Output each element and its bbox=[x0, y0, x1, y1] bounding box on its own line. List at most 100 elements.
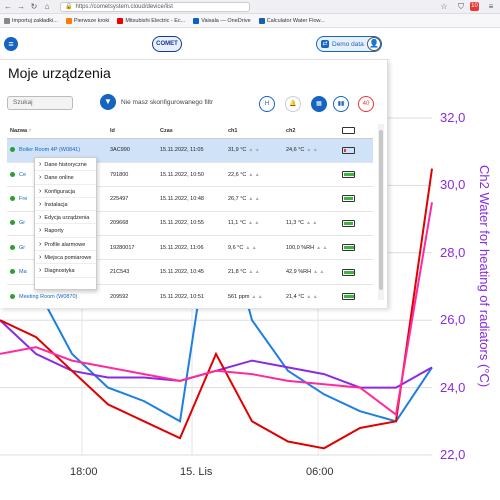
id-cell-text: 209668 bbox=[110, 220, 129, 227]
alarm-indicator-icon: ▲ ▲ bbox=[316, 244, 328, 251]
id-cell: 225497 bbox=[107, 186, 157, 212]
battery-icon bbox=[342, 219, 355, 227]
ch2-cell-text: 21,4 °C bbox=[286, 293, 305, 300]
status-dot-icon bbox=[10, 196, 15, 202]
bookmark-item[interactable]: Calculator Water Flow... bbox=[258, 17, 325, 24]
context-menu-item[interactable]: Raporty bbox=[35, 224, 96, 238]
col-header-battery bbox=[339, 124, 373, 139]
ch1-cell-text: 11,1 °C bbox=[228, 220, 246, 227]
id-cell: 791800 bbox=[107, 162, 157, 188]
ch2-cell: 42,9 %RH ▲ ▲ bbox=[283, 259, 339, 285]
col-header-ch2[interactable]: ch2 bbox=[283, 124, 339, 139]
context-menu-item[interactable]: Instalacja bbox=[35, 198, 96, 212]
chart-y-tick-label: 30,0 bbox=[440, 177, 466, 193]
chart-y-tick-label: 28,0 bbox=[440, 244, 466, 260]
id-cell-text: 209592 bbox=[110, 293, 129, 300]
context-menu-item[interactable]: Dane historyczne bbox=[35, 158, 96, 172]
bookmark-item[interactable]: Mitsubishi Electric - Ec... bbox=[117, 17, 185, 24]
col-header-time[interactable]: Czas bbox=[157, 124, 225, 139]
bookmark-star-icon[interactable]: ☆ bbox=[439, 2, 449, 12]
search-input[interactable]: Szukaj bbox=[7, 96, 73, 110]
address-bar[interactable]: 🔒 https://cometsystem.cloud/device/list bbox=[60, 1, 250, 12]
time-cell: 15.11.2022, 11:05 bbox=[157, 138, 225, 163]
reload-icon[interactable]: ↻ bbox=[29, 2, 39, 12]
time-cell: 15.11.2022, 10:50 bbox=[157, 162, 225, 188]
hamburger-menu-icon[interactable]: ≡ bbox=[4, 37, 18, 51]
time-cell-text: 15.11.2022, 10:50 bbox=[160, 171, 204, 178]
ch1-cell: 21,8 °C ▲ ▲ bbox=[225, 259, 283, 285]
battery-icon bbox=[342, 195, 355, 203]
alarm-bell-icon[interactable]: 🔔 bbox=[285, 96, 301, 112]
status-dot-icon bbox=[10, 220, 15, 226]
ch1-cell: 26,7 °C ▲ ▲ bbox=[225, 186, 283, 212]
table-scrollbar[interactable] bbox=[378, 124, 384, 300]
demo-data-button[interactable]: ⇄ Demo data 👤 bbox=[316, 36, 382, 52]
grid-view-button[interactable]: ▦ bbox=[311, 96, 327, 112]
col-header-ch1[interactable]: ch1 bbox=[225, 124, 283, 139]
battery-icon bbox=[342, 293, 355, 301]
ch1-cell: 561 ppm ▲ ▲ bbox=[225, 284, 283, 310]
table-header-row: Nazwa ↑ Id Czas ch1 ch2 bbox=[7, 124, 373, 139]
bookmark-item[interactable]: Pierwsze kroki bbox=[65, 17, 109, 24]
shield-icon[interactable]: ⛉ bbox=[456, 2, 466, 12]
menu-icon[interactable]: ≡ bbox=[486, 2, 496, 12]
battery-cell bbox=[339, 259, 373, 285]
hex-view-button[interactable]: H bbox=[259, 96, 275, 112]
status-dot-icon bbox=[10, 244, 15, 250]
time-cell: 15.11.2022, 10:55 bbox=[157, 211, 225, 237]
ch1-cell: 11,1 °C ▲ ▲ bbox=[225, 211, 283, 237]
home-icon[interactable]: ⌂ bbox=[42, 2, 52, 12]
battery-cell bbox=[339, 138, 373, 163]
ch1-cell-text: 22,6 °C bbox=[228, 171, 247, 178]
alarm-indicator-icon: ▲ ▲ bbox=[306, 293, 318, 300]
col-header-name[interactable]: Nazwa ↑ bbox=[7, 124, 107, 139]
alarm-indicator-icon: ▲ ▲ bbox=[248, 269, 260, 276]
no-filter-text: Nie masz skonfigurowanego filtr bbox=[121, 99, 214, 106]
context-menu-item[interactable]: Profile alarmowe bbox=[35, 238, 96, 252]
back-icon[interactable]: ← bbox=[3, 2, 13, 12]
id-cell: 19280017 bbox=[107, 235, 157, 261]
alarm-indicator-icon: ▲ ▲ bbox=[306, 220, 318, 227]
status-dot-icon bbox=[10, 269, 15, 275]
id-cell-text: 21C543 bbox=[110, 269, 130, 276]
alarm-indicator-icon: ▲ ▲ bbox=[248, 220, 260, 227]
forward-icon[interactable]: → bbox=[16, 2, 26, 12]
id-cell: 209592 bbox=[107, 284, 157, 310]
ch1-cell-text: 561 ppm bbox=[228, 293, 250, 300]
context-menu-item[interactable]: Miejsca pomiarowe bbox=[35, 251, 96, 265]
chart-y-tick-label: 22,0 bbox=[440, 447, 466, 462]
mitsubishi-icon bbox=[117, 17, 124, 24]
context-menu-item[interactable]: Edycja urządzenia bbox=[35, 211, 96, 225]
scrollbar-thumb[interactable] bbox=[379, 130, 383, 290]
user-avatar-icon[interactable]: 👤 bbox=[367, 37, 381, 51]
status-dot-icon bbox=[10, 171, 15, 177]
bars-view-button[interactable]: ▮▮ bbox=[333, 96, 349, 112]
filter-icon[interactable]: ▼ bbox=[100, 94, 116, 110]
context-menu-item[interactable]: Konfiguracja bbox=[35, 185, 96, 198]
alarm-indicator-icon: ▲ ▲ bbox=[248, 195, 260, 202]
id-cell: 21C543 bbox=[107, 259, 157, 285]
bookmark-item[interactable]: Vaisala — OneDrive bbox=[193, 17, 251, 24]
bookmarks-bar: Importuj zakładki... Pierwsze kroki Mits… bbox=[0, 14, 500, 28]
extension-badge[interactable]: 10 bbox=[470, 1, 479, 11]
col-header-id[interactable]: Id bbox=[107, 124, 157, 139]
alarm-indicator-icon: ▲ ▲ bbox=[313, 269, 325, 276]
count-button[interactable]: 40 bbox=[358, 96, 374, 112]
id-cell: 209668 bbox=[107, 211, 157, 237]
time-cell: 15.11.2022, 10:51 bbox=[157, 284, 225, 310]
alarm-indicator-icon: ▲ ▲ bbox=[251, 293, 263, 300]
battery-icon bbox=[342, 171, 355, 179]
context-menu-item[interactable]: Diagnostyka bbox=[35, 264, 96, 278]
comet-logo: COMET bbox=[152, 36, 182, 52]
time-cell: 15.11.2022, 10:48 bbox=[157, 186, 225, 212]
ch2-cell: 100,0 %RH ▲ ▲ bbox=[283, 235, 339, 261]
ch1-cell: 22,6 °C ▲ ▲ bbox=[225, 162, 283, 188]
bookmark-item[interactable]: Importuj zakładki... bbox=[4, 17, 58, 24]
id-cell-text: 225497 bbox=[110, 195, 129, 202]
time-cell-text: 15.11.2022, 11:06 bbox=[160, 244, 204, 251]
time-cell-text: 15.11.2022, 11:05 bbox=[160, 147, 204, 154]
battery-icon bbox=[342, 146, 355, 154]
time-cell-text: 15.11.2022, 10:55 bbox=[160, 220, 204, 227]
name-cell-text: Gr bbox=[19, 220, 26, 227]
context-menu-item[interactable]: Dane online bbox=[35, 171, 96, 185]
